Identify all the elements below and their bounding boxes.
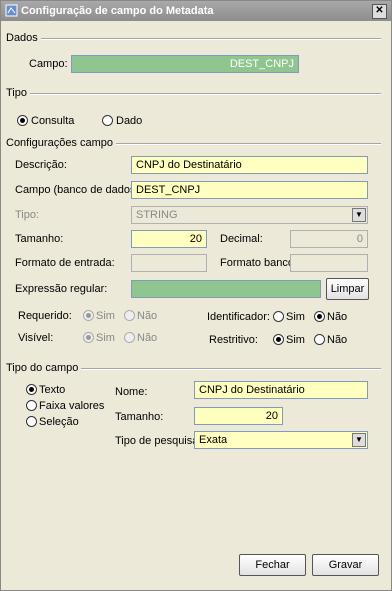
tc-tamanho-input[interactable]: 20 — [194, 407, 283, 425]
texto-radio[interactable] — [26, 384, 37, 395]
requerido-nao-label[interactable]: Não — [137, 310, 157, 322]
formato-entrada-input[interactable] — [131, 254, 207, 272]
chevron-down-icon[interactable]: ▼ — [352, 208, 366, 222]
restritivo-label: Restritivo: — [209, 334, 258, 346]
tipo-consulta-radio[interactable] — [17, 115, 28, 126]
nome-label: Nome: — [115, 386, 148, 398]
pesquisa-select[interactable]: Exata ▼ — [194, 431, 368, 449]
fechar-button[interactable]: Fechar — [239, 554, 306, 576]
visivel-label: Visível: — [18, 332, 54, 344]
section-config-title: Configurações campo — [6, 137, 117, 149]
requerido-sim-radio[interactable] — [83, 310, 94, 321]
faixa-valores-label[interactable]: Faixa valores — [39, 400, 104, 412]
nome-input[interactable]: CNPJ do Destinatário — [194, 381, 368, 399]
faixa-valores-radio[interactable] — [26, 400, 37, 411]
app-icon — [5, 4, 18, 17]
tipo-dado-label[interactable]: Dado — [116, 115, 142, 127]
requerido-label: Requerido: — [18, 310, 72, 322]
tc-tamanho-label: Tamanho: — [115, 411, 164, 423]
section-tipo-title: Tipo — [6, 87, 30, 99]
identificador-nao-label[interactable]: Não — [327, 311, 347, 323]
expressao-input[interactable] — [131, 280, 321, 298]
section-config: Configurações campo — [6, 137, 381, 149]
visivel-sim-label[interactable]: Sim — [96, 332, 115, 344]
restritivo-sim-radio[interactable] — [273, 334, 284, 345]
pesquisa-label: Tipo de pesquisa: — [115, 435, 202, 447]
identificador-sim-radio[interactable] — [273, 311, 284, 322]
decimal-label: Decimal: — [220, 233, 263, 245]
formato-banco-label: Formato banco: — [220, 257, 298, 269]
texto-label[interactable]: Texto — [39, 384, 65, 396]
descricao-label: Descrição: — [15, 159, 67, 171]
config-dialog: Configuração de campo do Metadata ✕ Dado… — [0, 0, 392, 591]
restritivo-nao-label[interactable]: Não — [327, 334, 347, 346]
identificador-label: Identificador: — [207, 311, 270, 323]
campo-field: DEST_CNPJ — [71, 55, 299, 73]
tipo-select-value: STRING — [136, 209, 178, 221]
tipo-consulta-label[interactable]: Consulta — [31, 115, 74, 127]
section-dados-title: Dados — [6, 32, 41, 44]
formato-banco-input[interactable] — [290, 254, 368, 272]
gravar-button[interactable]: Gravar — [312, 554, 379, 576]
tipo-dado-radio[interactable] — [102, 115, 113, 126]
chevron-down-icon[interactable]: ▼ — [352, 433, 366, 447]
section-tipo-campo: Tipo do campo — [6, 362, 381, 374]
campo-bd-label: Campo (banco de dados): — [15, 184, 143, 196]
requerido-nao-radio[interactable] — [124, 310, 135, 321]
identificador-nao-radio[interactable] — [314, 311, 325, 322]
decimal-input[interactable]: 0 — [290, 230, 368, 248]
section-dados: Dados — [6, 32, 381, 44]
section-tipo: Tipo — [6, 87, 381, 99]
window-title: Configuração de campo do Metadata — [21, 5, 214, 17]
visivel-nao-radio[interactable] — [124, 332, 135, 343]
tamanho-input[interactable]: 20 — [131, 230, 207, 248]
selecao-radio[interactable] — [26, 416, 37, 427]
section-tipo-campo-title: Tipo do campo — [6, 362, 82, 374]
selecao-label[interactable]: Seleção — [39, 416, 79, 428]
visivel-sim-radio[interactable] — [83, 332, 94, 343]
close-icon[interactable]: ✕ — [372, 4, 387, 19]
tipo-label: Tipo: — [15, 209, 40, 221]
limpar-button[interactable]: Limpar — [326, 278, 369, 300]
descricao-input[interactable]: CNPJ do Destinatário — [131, 156, 368, 174]
requerido-sim-label[interactable]: Sim — [96, 310, 115, 322]
tipo-select[interactable]: STRING ▼ — [131, 206, 368, 224]
restritivo-sim-label[interactable]: Sim — [286, 334, 305, 346]
restritivo-nao-radio[interactable] — [314, 334, 325, 345]
formato-entrada-label: Formato de entrada: — [15, 257, 115, 269]
title-bar[interactable]: Configuração de campo do Metadata ✕ — [1, 1, 391, 21]
expressao-label: Expressão regular: — [15, 283, 108, 295]
visivel-nao-label[interactable]: Não — [137, 332, 157, 344]
identificador-sim-label[interactable]: Sim — [286, 311, 305, 323]
campo-label: Campo: — [29, 58, 68, 70]
tamanho-label: Tamanho: — [15, 233, 64, 245]
pesquisa-select-value: Exata — [199, 434, 228, 446]
campo-bd-input[interactable]: DEST_CNPJ — [131, 181, 368, 199]
